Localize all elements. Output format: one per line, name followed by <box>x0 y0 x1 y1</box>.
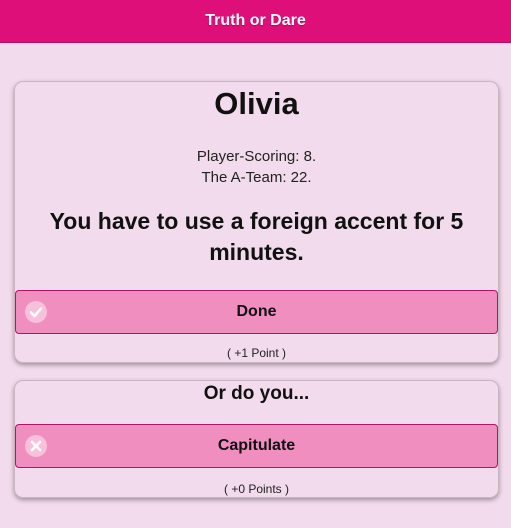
app-header: Truth or Dare <box>0 0 511 43</box>
player-name: Olivia <box>214 86 299 121</box>
capitulate-points-note: ( +0 Points ) <box>223 482 290 496</box>
alternative-heading: Or do you... <box>203 383 310 404</box>
capitulate-button[interactable]: Capitulate <box>15 424 498 468</box>
alternative-card: Or do you... Capitulate ( +0 Points ) <box>14 380 499 498</box>
done-points-note: ( +1 Point ) <box>226 346 287 360</box>
done-button[interactable]: Done <box>15 290 498 334</box>
done-button-label: Done <box>236 303 277 320</box>
dare-text: You have to use a foreign accent for 5 m… <box>49 208 464 265</box>
score-line: The A-Team: 22. <box>201 169 312 186</box>
challenge-card: Olivia Player-Scoring: 8. The A-Team: 22… <box>14 81 499 363</box>
capitulate-button-label: Capitulate <box>217 437 296 454</box>
app-title: Truth or Dare <box>205 12 306 29</box>
check-icon <box>25 301 47 323</box>
close-icon <box>25 435 47 457</box>
score-line: Player-Scoring: 8. <box>196 148 317 165</box>
